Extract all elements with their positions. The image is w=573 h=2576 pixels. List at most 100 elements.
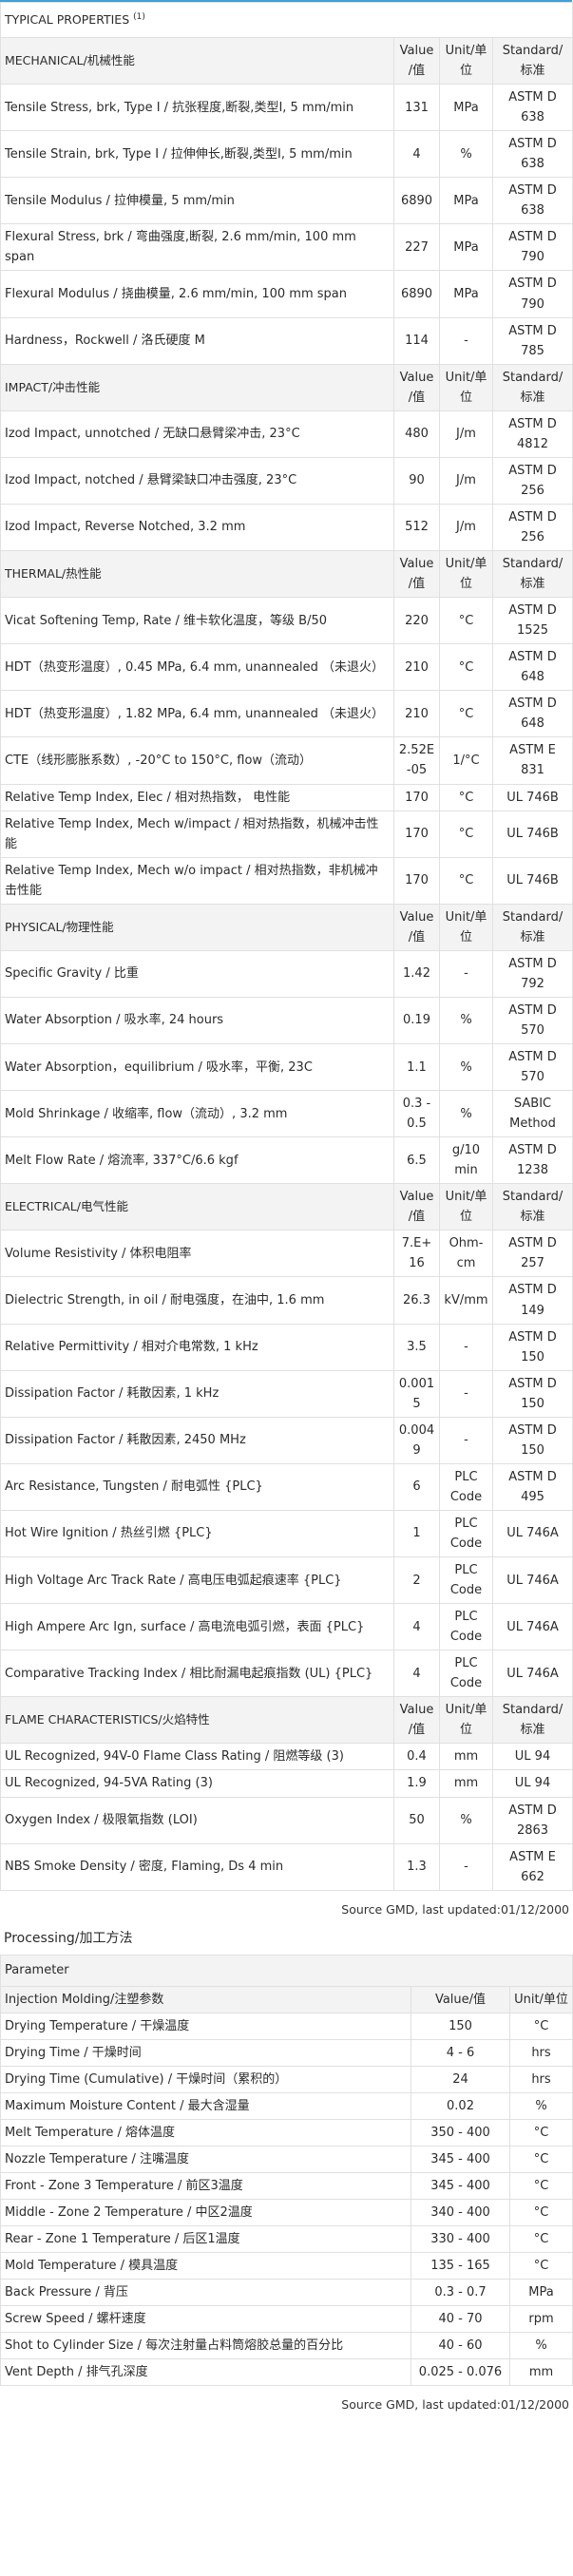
- property-name: Water Absorption，equilibrium / 吸水率，平衡, 2…: [0, 1043, 394, 1092]
- property-unit: PLC Code: [439, 1603, 493, 1651]
- parameter-unit: rpm: [509, 2305, 573, 2334]
- property-standard: ASTM D 790: [492, 223, 573, 272]
- parameter-value: 135 - 165: [411, 2252, 510, 2280]
- property-standard: ASTM D 638: [492, 84, 573, 132]
- parameter-value: 4 - 6: [411, 2038, 510, 2067]
- property-standard: ASTM D 570: [492, 1043, 573, 1092]
- property-value: 170: [393, 856, 440, 905]
- processing-row: Drying Time (Cumulative) / 干燥时间（累积的） 24 hr…: [0, 2065, 573, 2093]
- section-header: PHYSICAL/物理性能 Value/值 Unit/单位 Standard/标准: [0, 903, 573, 951]
- parameter-name: Shot to Cylinder Size / 每次注射量占料筒熔胶总量的百分比: [0, 2332, 411, 2360]
- property-standard: ASTM D 256: [492, 456, 573, 505]
- property-value: 1.42: [393, 949, 440, 998]
- property-unit: °C: [439, 690, 493, 738]
- property-name: Tensile Strain, brk, Type I / 拉伸伸长,断裂,类型…: [0, 130, 394, 179]
- property-unit: °C: [439, 856, 493, 905]
- parameter-unit: mm: [509, 2358, 573, 2387]
- section-header: THERMAL/热性能 Value/值 Unit/单位 Standard/标准: [0, 550, 573, 599]
- property-value: 220: [393, 597, 440, 645]
- property-value: 1.1: [393, 1043, 440, 1092]
- processing-row: Back Pressure / 背压 0.3 - 0.7 MPa: [0, 2279, 573, 2307]
- parameter-unit: °C: [509, 2252, 573, 2280]
- parameter-value: 345 - 400: [411, 2145, 510, 2174]
- property-standard: ASTM D 648: [492, 690, 573, 738]
- parameter-unit: °C: [509, 2118, 573, 2147]
- property-value: 131: [393, 84, 440, 132]
- parameter-name: Front - Zone 3 Temperature / 前区3温度: [0, 2172, 411, 2201]
- property-row: Tensile Strain, brk, Type I / 拉伸伸长,断裂,类型…: [0, 130, 573, 179]
- injection-molding-header: Injection Molding/注塑参数 Value/值 Unit/单位: [0, 1985, 573, 2013]
- processing-row: Maximum Moisture Content / 最大含湿量 0.02%: [0, 2091, 573, 2120]
- property-row: Flexural Stress, brk / 弯曲强度,断裂, 2.6 mm/m…: [0, 223, 573, 272]
- section-name: THERMAL/热性能: [0, 550, 394, 599]
- parameter-unit: °C: [509, 2012, 573, 2040]
- property-value: 480: [393, 410, 440, 458]
- property-name: Dielectric Strength, in oil / 耐电强度，在油中, …: [0, 1276, 394, 1325]
- property-value: 114: [393, 316, 440, 365]
- unit-header: Unit/单位: [439, 550, 493, 599]
- property-standard: ASTM D 1238: [492, 1136, 573, 1185]
- property-standard: UL 746A: [492, 1509, 573, 1558]
- processing-row: Screw Speed / 螺杆速度 40 - 70 rpm: [0, 2305, 573, 2334]
- value-header: Value/值: [393, 903, 440, 951]
- property-unit: °C: [439, 597, 493, 645]
- section-name: ELECTRICAL/电气性能: [0, 1183, 394, 1231]
- property-row: Relative Permittivity / 相对介电常数, 1 kHz 3.5…: [0, 1323, 573, 1371]
- property-name: Hot Wire Ignition / 热丝引燃 {PLC}: [0, 1509, 394, 1558]
- property-name: Water Absorption / 吸水率, 24 hours: [0, 996, 394, 1045]
- property-name: Izod Impact, notched / 悬臂梁缺口冲击强度, 23°C: [0, 456, 394, 505]
- property-row: Arc Resistance, Tungsten / 耐电弧性 {PLC} 6 PL…: [0, 1462, 573, 1511]
- property-name: NBS Smoke Density / 密度, Flaming, Ds 4 mi…: [0, 1842, 394, 1891]
- property-unit: 1/°C: [439, 736, 493, 785]
- property-standard: SABIC Method: [492, 1090, 573, 1138]
- property-unit: PLC Code: [439, 1509, 493, 1558]
- property-value: 6: [393, 1462, 440, 1511]
- value-header: Value/值: [393, 36, 440, 86]
- parameter-name: Drying Temperature / 干燥温度: [0, 2012, 411, 2040]
- property-unit: MPa: [439, 223, 493, 272]
- parameter-name: Maximum Moisture Content / 最大含湿量: [0, 2091, 411, 2120]
- parameter-name: Middle - Zone 2 Temperature / 中区2温度: [0, 2199, 411, 2227]
- unit-header: Unit/单位: [439, 363, 493, 411]
- property-unit: J/m: [439, 503, 493, 552]
- property-unit: %: [439, 1090, 493, 1138]
- section-header: ELECTRICAL/电气性能 Value/值 Unit/单位 Standard/标准: [0, 1183, 573, 1231]
- property-row: Relative Temp Index, Mech w/o impact / 相…: [0, 856, 573, 905]
- property-unit: %: [439, 1043, 493, 1092]
- property-row: Izod Impact, unnotched / 无缺口悬臂梁冲击, 23°C 4…: [0, 410, 573, 458]
- typical-properties-table: TYPICAL PROPERTIES (1) MECHANICAL/机械性能 Va…: [0, 2, 573, 1891]
- property-value: 26.3: [393, 1276, 440, 1325]
- property-value: 170: [393, 810, 440, 858]
- property-row: High Voltage Arc Track Rate / 高电压电弧起痕速率 …: [0, 1556, 573, 1605]
- section-name: PHYSICAL/物理性能: [0, 903, 394, 951]
- property-value: 7.E+16: [393, 1230, 440, 1278]
- property-row: HDT（热变形温度）, 1.82 MPa, 6.4 mm, unannealed…: [0, 690, 573, 738]
- parameter-value: 345 - 400: [411, 2172, 510, 2201]
- property-value: 50: [393, 1796, 440, 1844]
- typical-title-footnote: (1): [133, 11, 145, 22]
- property-standard: ASTM D 257: [492, 1230, 573, 1278]
- processing-value-header: Value/值: [411, 1985, 510, 2013]
- property-row: Dielectric Strength, in oil / 耐电强度，在油中, …: [0, 1276, 573, 1325]
- processing-row: Rear - Zone 1 Temperature / 后区1温度 330 - 4…: [0, 2225, 573, 2254]
- injection-molding-section: Injection Molding/注塑参数: [0, 1985, 411, 2013]
- property-unit: °C: [439, 643, 493, 692]
- property-row: Hot Wire Ignition / 热丝引燃 {PLC} 1 PLC Code U…: [0, 1509, 573, 1558]
- property-row: High Ampere Arc Ign, surface / 高电流电弧引燃，表…: [0, 1603, 573, 1651]
- property-unit: -: [439, 316, 493, 365]
- property-row: Mold Shrinkage / 收缩率, flow（流动）, 3.2 mm 0.…: [0, 1090, 573, 1138]
- processing-row: Drying Temperature / 干燥温度 150 °C: [0, 2012, 573, 2040]
- property-row: HDT（热变形温度）, 0.45 MPa, 6.4 mm, unannealed…: [0, 643, 573, 692]
- typical-source-note: Source GMD, last updated:01/12/2000: [341, 1901, 569, 1917]
- parameter-name: Vent Depth / 排气孔深度: [0, 2358, 411, 2387]
- processing-row: Drying Time / 干燥时间 4 - 6 hrs: [0, 2038, 573, 2067]
- property-standard: ASTM D 2863: [492, 1796, 573, 1844]
- standard-header: Standard/标准: [492, 550, 573, 599]
- unit-header: Unit/单位: [439, 903, 493, 951]
- section-header: FLAME CHARACTERISTICS/火焰特性 Value/值 Unit/单位…: [0, 1696, 573, 1745]
- processing-row: Shot to Cylinder Size / 每次注射量占料筒熔胶总量的百分比…: [0, 2332, 573, 2360]
- property-standard: UL 94: [492, 1743, 573, 1771]
- property-name: Mold Shrinkage / 收缩率, flow（流动）, 3.2 mm: [0, 1090, 394, 1138]
- typical-properties-title: TYPICAL PROPERTIES (1): [0, 2, 573, 38]
- parameter-name: Rear - Zone 1 Temperature / 后区1温度: [0, 2225, 411, 2254]
